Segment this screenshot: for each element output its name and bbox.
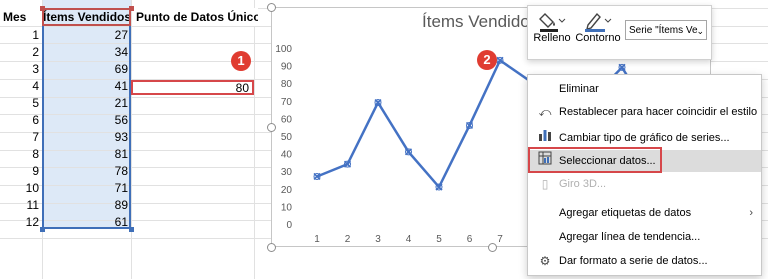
pen-outline-icon: [574, 10, 622, 32]
y-tick-label: 60: [281, 114, 293, 125]
cell-mes[interactable]: 9: [0, 162, 42, 180]
cell-mes[interactable]: 1: [0, 26, 42, 44]
callout-1: 1: [231, 51, 251, 71]
series-context-menu: Eliminar ⤺ Restablecer para hacer coinci…: [527, 74, 762, 276]
x-tick-label: 1: [314, 234, 320, 245]
menu-item-restablecer[interactable]: ⤺ Restablecer para hacer coincidir el es…: [528, 101, 761, 123]
y-tick-label: 50: [281, 132, 293, 143]
y-tick-label: 0: [286, 220, 292, 231]
chart-resize-handle[interactable]: [267, 3, 276, 12]
cell-mes[interactable]: 12: [0, 213, 42, 231]
outline-label: Contorno: [575, 32, 621, 44]
x-tick-label: 2: [345, 234, 351, 245]
selection-handle[interactable]: [129, 227, 134, 232]
y-tick-label: 40: [281, 150, 293, 161]
y-tick-label: 100: [275, 44, 292, 55]
format-series-icon: ⚙: [539, 254, 551, 268]
y-tick-label: 90: [281, 62, 293, 73]
cell-mes[interactable]: 3: [0, 60, 42, 78]
menu-item-dar-formato[interactable]: ⚙ Dar formato a serie de datos...: [528, 250, 761, 272]
series-selector-dropdown[interactable]: Serie "Ítems Ve ⌄: [625, 20, 707, 40]
callout-2: 2: [477, 50, 497, 70]
menu-item-label: Cambiar tipo de gráfico de series...: [559, 132, 730, 144]
y-tick-label: 20: [281, 185, 293, 196]
items-range-selection: [42, 8, 131, 229]
menu-item-label: Eliminar: [559, 83, 599, 95]
menu-item-label: Agregar línea de tendencia...: [559, 231, 701, 243]
cell-mes[interactable]: 2: [0, 43, 42, 61]
cell-mes[interactable]: 10: [0, 179, 42, 197]
header-punto-unico[interactable]: Punto de Datos Único: [132, 8, 258, 26]
header-mes[interactable]: Mes: [0, 8, 45, 26]
y-tick-label: 10: [281, 202, 293, 213]
y-tick-label: 30: [281, 167, 293, 178]
fill-button[interactable]: Relleno: [531, 10, 573, 44]
menu-item-cambiar-tipo[interactable]: Cambiar tipo de gráfico de series...: [528, 127, 761, 149]
chart-resize-handle[interactable]: [267, 123, 276, 132]
chart-resize-handle[interactable]: [267, 243, 276, 252]
x-tick-label: 5: [436, 234, 442, 245]
reset-style-icon: ⤺: [538, 105, 552, 119]
chart-resize-handle[interactable]: [488, 243, 497, 252]
menu-item-eliminar[interactable]: Eliminar: [528, 78, 761, 100]
cell-mes[interactable]: 6: [0, 111, 42, 129]
chevron-down-icon: ⌄: [696, 26, 704, 36]
menu-item-agregar-tendencia[interactable]: Agregar línea de tendencia...: [528, 226, 761, 248]
series-selector-value: Serie "Ítems Ve: [629, 25, 698, 36]
menu-item-label: Agregar etiquetas de datos: [559, 207, 692, 219]
menu-item-label: Restablecer para hacer coincidir el esti…: [559, 106, 758, 118]
selection-handle[interactable]: [40, 227, 45, 232]
menu-item-label: Giro 3D...: [559, 178, 607, 190]
seleccionar-datos-highlight: [528, 147, 662, 173]
series-name-selection: [42, 8, 131, 26]
cell-mes[interactable]: 8: [0, 145, 42, 163]
outline-button[interactable]: Contorno: [574, 10, 622, 44]
menu-item-agregar-etiquetas[interactable]: Agregar etiquetas de datos ›: [528, 202, 761, 224]
chevron-right-icon: ›: [749, 207, 753, 219]
format-mini-toolbar: Relleno Contorno Serie "Ítems Ve ⌄: [527, 5, 712, 60]
y-tick-label: 80: [281, 79, 293, 90]
y-tick-label: 70: [281, 97, 293, 108]
unique-data-cell-highlight[interactable]: 80: [131, 80, 254, 95]
cell-mes[interactable]: 5: [0, 94, 42, 112]
paint-bucket-icon: [531, 10, 573, 32]
x-tick-label: 3: [375, 234, 381, 245]
cell-mes[interactable]: 11: [0, 196, 42, 214]
cell-mes[interactable]: 4: [0, 77, 42, 95]
menu-item-giro-3d: ▯ Giro 3D...: [528, 173, 761, 195]
x-tick-label: 6: [467, 234, 473, 245]
selection-handle[interactable]: [40, 6, 45, 11]
cell-mes[interactable]: 7: [0, 128, 42, 146]
selection-handle[interactable]: [129, 6, 134, 11]
fill-label: Relleno: [533, 32, 571, 44]
unique-data-value: 80: [235, 81, 249, 95]
x-tick-label: 4: [406, 234, 412, 245]
chart-type-icon: [537, 127, 553, 149]
menu-item-label: Dar formato a serie de datos...: [559, 255, 708, 267]
x-tick-label: 7: [497, 234, 503, 245]
rotate-3d-icon: ▯: [541, 177, 549, 191]
